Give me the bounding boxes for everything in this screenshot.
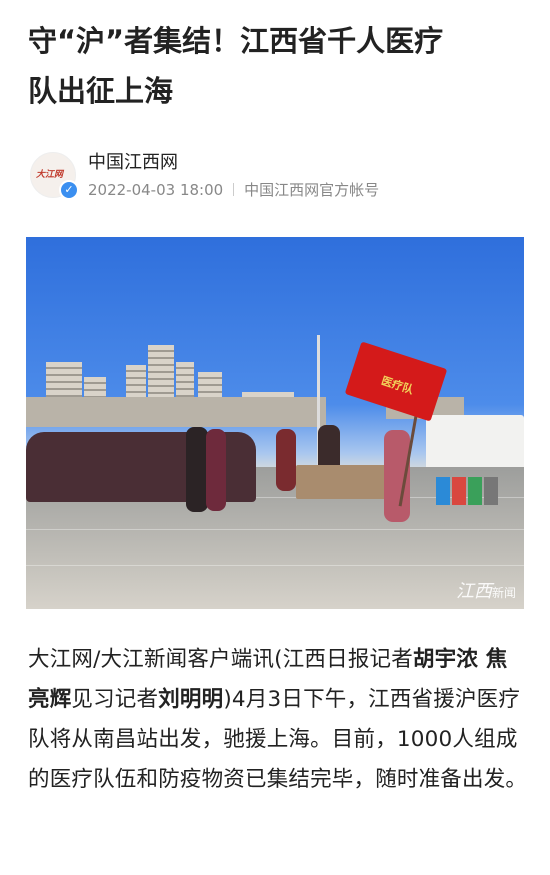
account-label: 中国江西网官方帐号 <box>244 181 380 199</box>
recycle-bin <box>452 477 466 505</box>
recycle-bin <box>468 477 482 505</box>
article-title-line1: 守“沪”者集结！江西省千人医疗 <box>28 24 444 58</box>
recycle-bin <box>436 477 450 505</box>
supply-boxes <box>296 465 386 499</box>
article-title: 守“沪”者集结！江西省千人医疗 队出征上海 <box>28 16 528 116</box>
author-name[interactable]: 中国江西网 <box>88 148 178 174</box>
person <box>186 427 208 512</box>
watermark-sub: 新闻 <box>491 586 516 600</box>
watermark-main: 江西 <box>455 581 492 602</box>
post-meta: 2022-04-03 18:00 中国江西网官方帐号 <box>88 179 379 200</box>
truck <box>426 415 524 470</box>
person <box>276 429 296 491</box>
building <box>26 397 326 427</box>
person <box>206 429 226 511</box>
recycle-bin <box>484 477 498 505</box>
author-row[interactable]: 大江网 ✓ 中国江西网 2022-04-03 18:00 中国江西网官方帐号 <box>28 140 528 210</box>
publish-date: 2022-04-03 18:00 <box>88 181 224 199</box>
tile-line <box>26 565 524 566</box>
article-photo[interactable]: 医疗队 江西新闻 <box>26 237 524 609</box>
avatar-logo: 大江网 <box>36 170 64 180</box>
meta-divider <box>233 183 235 196</box>
verified-check-icon: ✓ <box>59 180 79 200</box>
article-title-line2: 队出征上海 <box>28 74 174 108</box>
body-text-part: 大江网/大江新闻客户端讯(江西日报记者 <box>28 647 413 672</box>
photo-watermark: 江西新闻 <box>456 577 516 603</box>
article-body: 大江网/大江新闻客户端讯(江西日报记者胡宇浓 焦亮辉见习记者刘明明)4月3日下午… <box>28 640 528 800</box>
tile-line <box>26 529 524 530</box>
intern-reporter-name: 刘明明 <box>158 687 224 712</box>
body-text-part: 见习记者 <box>71 687 159 712</box>
